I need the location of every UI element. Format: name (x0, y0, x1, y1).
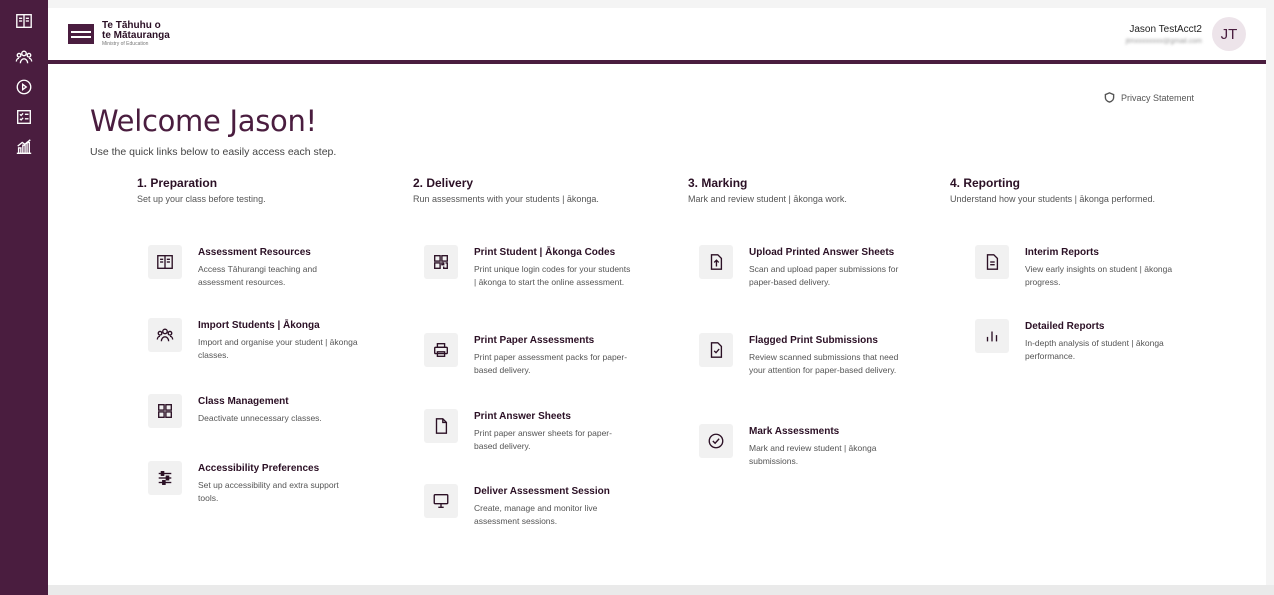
nav-students[interactable] (0, 42, 48, 72)
card-deliver-assessment-session[interactable]: Deliver Assessment Session Create, manage… (424, 484, 664, 528)
card-title: Assessment Resources (198, 247, 311, 258)
logo-subtitle: Ministry of Education (102, 40, 149, 47)
card-title: Mark Assessments (749, 426, 840, 437)
user-email-redacted: jtmxxxxxxxx@gmail.com (1125, 37, 1202, 45)
card-title: Detailed Reports (1025, 321, 1105, 332)
people-icon (15, 50, 33, 64)
check-circle-icon (708, 433, 724, 449)
column-subtitle: Run assessments with your students | āko… (413, 194, 599, 204)
grid-icon (158, 404, 172, 418)
column-delivery: 2. Delivery Run assessments with your st… (413, 176, 663, 205)
card-print-student-codes[interactable]: Print Student | Ākonga Codes Print unique… (424, 245, 664, 289)
column-preparation: 1. Preparation Set up your class before … (137, 176, 387, 205)
card-description: Print unique login codes for your studen… (474, 264, 631, 287)
column-subtitle: Mark and review student | ākonga work. (688, 194, 847, 204)
card-title: Print Student | Ākonga Codes (474, 247, 616, 258)
column-title: 4. Reporting (950, 176, 1021, 190)
privacy-statement-link[interactable]: Privacy Statement (1104, 92, 1194, 103)
user-name: Jason TestAcct2 (1129, 23, 1202, 35)
column-marking: 3. Marking Mark and review student | āko… (688, 176, 938, 205)
card-title: Flagged Print Submissions (749, 335, 878, 346)
user-menu[interactable]: Jason TestAcct2 jtmxxxxxxxx@gmail.com JT (1126, 17, 1246, 51)
card-title: Print Answer Sheets (474, 411, 571, 422)
card-description: Review scanned submissions that need you… (749, 352, 899, 375)
people-icon (156, 328, 174, 342)
card-description: Access Tāhurangi teaching and assessment… (198, 264, 317, 287)
card-import-students[interactable]: Import Students | Ākonga Import and organ… (148, 318, 388, 362)
card-upload-printed-answer-sheets[interactable]: Upload Printed Answer Sheets Scan and upl… (699, 245, 939, 289)
flag-doc-icon (710, 342, 723, 358)
card-description: Create, manage and monitor live assessme… (474, 503, 598, 526)
card-title: Class Management (198, 396, 289, 407)
nav-delivery[interactable] (0, 72, 48, 102)
side-nav (0, 0, 48, 595)
play-icon (16, 79, 32, 95)
upload-icon (710, 254, 723, 270)
chart-icon (16, 139, 32, 154)
footer-bar (48, 585, 1274, 595)
column-title: 1. Preparation (137, 176, 218, 190)
card-description: Deactivate unnecessary classes. (198, 413, 322, 423)
report-icon (986, 254, 999, 270)
qr-icon (434, 255, 448, 269)
nav-marking[interactable] (0, 102, 48, 132)
ministry-logo[interactable]: Te Tāhuhu o te Mātauranga Ministry of Ed… (68, 20, 170, 47)
card-description: Import and organise your student | ākong… (198, 337, 358, 360)
card-description: Print paper answer sheets for paper-base… (474, 428, 612, 451)
column-reporting: 4. Reporting Understand how your student… (950, 176, 1170, 205)
card-print-answer-sheets[interactable]: Print Answer Sheets Print paper answer sh… (424, 409, 664, 453)
book-icon (16, 14, 32, 28)
nav-resources[interactable] (0, 0, 48, 42)
column-subtitle: Set up your class before testing. (137, 194, 266, 204)
card-title: Interim Reports (1025, 247, 1099, 258)
card-title: Import Students | Ākonga (198, 320, 320, 331)
privacy-label: Privacy Statement (1120, 92, 1194, 103)
checklist-icon (17, 110, 31, 124)
bar-chart-icon (986, 331, 998, 342)
nav-reporting[interactable] (0, 132, 48, 162)
card-title: Upload Printed Answer Sheets (749, 247, 895, 258)
card-title: Print Paper Assessments (474, 335, 595, 346)
page-subtitle: Use the quick links below to easily acce… (90, 146, 337, 158)
card-mark-assessments[interactable]: Mark Assessments Mark and review student … (699, 424, 939, 468)
monitor-icon (433, 494, 449, 508)
card-description: View early insights on student | ākonga … (1025, 264, 1173, 287)
card-description: Print paper assessment packs for paper-b… (474, 352, 628, 375)
card-title: Deliver Assessment Session (474, 486, 610, 497)
sliders-icon (158, 471, 172, 485)
card-interim-reports[interactable]: Interim Reports View early insights on st… (975, 245, 1215, 289)
printer-icon (434, 343, 448, 357)
column-title: 3. Marking (688, 176, 748, 190)
page-title: Welcome Jason! (90, 104, 317, 138)
card-print-paper-assessments[interactable]: Print Paper Assessments Print paper asses… (424, 333, 664, 377)
card-description: In-depth analysis of student | ākonga pe… (1025, 338, 1164, 361)
card-assessment-resources[interactable]: Assessment Resources Access Tāhurangi tea… (148, 245, 388, 289)
shield-icon (1104, 92, 1115, 103)
card-detailed-reports[interactable]: Detailed Reports In-depth analysis of stu… (975, 319, 1215, 363)
card-description: Set up accessibility and extra support t… (198, 480, 339, 503)
column-title: 2. Delivery (413, 176, 474, 190)
card-description: Mark and review student | ākonga submiss… (749, 443, 877, 466)
card-title: Accessibility Preferences (198, 463, 320, 474)
document-icon (435, 418, 448, 434)
column-subtitle: Understand how your students | ākonga pe… (950, 194, 1155, 204)
avatar[interactable]: JT (1212, 17, 1246, 51)
card-description: Scan and upload paper submissions for pa… (749, 264, 899, 287)
logo-mark-icon (68, 24, 94, 44)
book-icon (157, 255, 173, 269)
welcome-section: Welcome Jason! Use the quick links below… (90, 104, 336, 158)
card-class-management[interactable]: Class Management Deactivate unnecessary c… (148, 394, 388, 428)
card-flagged-print-submissions[interactable]: Flagged Print Submissions Review scanned … (699, 333, 939, 377)
card-accessibility-preferences[interactable]: Accessibility Preferences Set up accessib… (148, 461, 388, 505)
top-header: Te Tāhuhu o te Mātauranga Ministry of Ed… (48, 8, 1266, 64)
